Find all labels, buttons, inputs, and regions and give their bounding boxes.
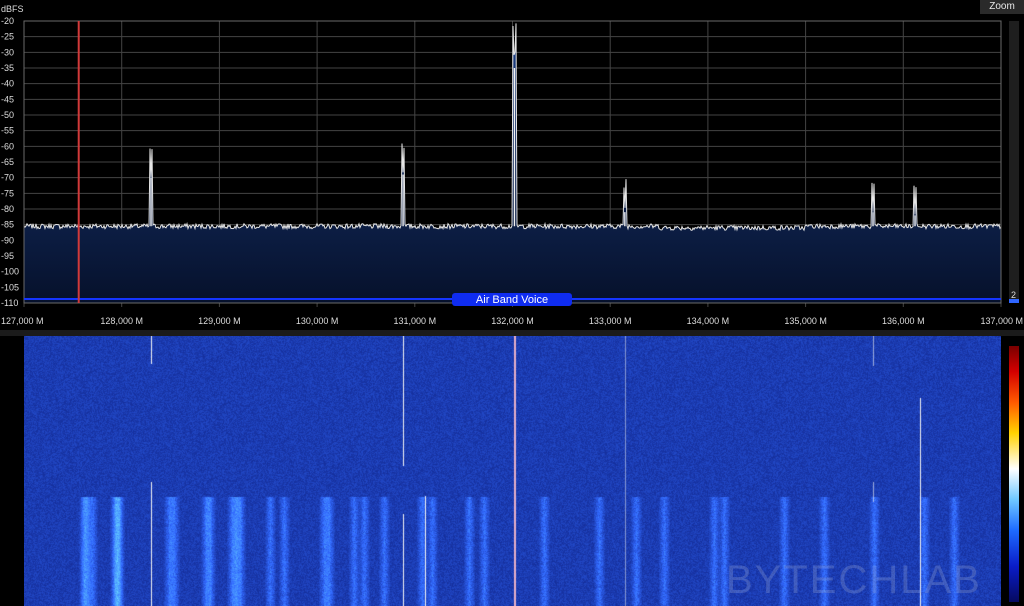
y-tick-label: -30 [1,47,14,57]
x-tick-label: 130,000 M [296,316,339,326]
x-tick-label: 131,000 M [394,316,437,326]
svg-text:Air Band Voice: Air Band Voice [476,294,548,306]
y-tick-label: -60 [1,141,14,151]
gain-value: 2 [1011,290,1017,300]
x-tick-label: 129,000 M [198,316,241,326]
y-axis-unit: dBFS [1,4,24,14]
x-tick-label: 137,000 M [980,316,1023,326]
x-axis-labels: 127,000 M 128,000 M 129,000 M 130,000 M 131,… [1,316,1023,326]
gain-slider[interactable] [1009,21,1019,303]
y-tick-label: -100 [1,267,19,277]
y-tick-label: -65 [1,157,14,167]
y-tick-label: -50 [1,110,14,120]
x-tick-label: 136,000 M [882,316,925,326]
zoom-button[interactable]: Zoom [980,0,1024,14]
y-tick-label: -45 [1,94,14,104]
y-tick-label: -90 [1,235,14,245]
x-tick-label: 135,000 M [784,316,827,326]
band-plan-label[interactable]: Air Band Voice [452,293,572,306]
y-tick-label: -95 [1,251,14,261]
watermark: BYTECHLAB [726,558,982,602]
y-tick-label: -85 [1,220,14,230]
y-axis-labels: -20 -25 -30 -35 -40 -45 -50 -55 -60 -65 -70 -75 -80 -… [1,16,19,308]
y-tick-label: -35 [1,63,14,73]
waterfall-color-scale[interactable] [1009,346,1019,602]
y-tick-label: -20 [1,16,14,26]
y-tick-label: -40 [1,79,14,89]
x-tick-label: 132,000 M [491,316,534,326]
x-tick-label: 128,000 M [100,316,143,326]
y-tick-label: -110 [1,298,18,308]
y-tick-label: -75 [1,188,14,198]
y-tick-label: -80 [1,204,14,214]
spectrum-display[interactable]: Air Band Voice dBFS -20 -25 -30 -35 -40 -45 -5… [0,0,1024,330]
y-tick-label: -70 [1,173,14,183]
x-tick-label: 134,000 M [687,316,730,326]
y-tick-label: -105 [1,282,19,292]
y-tick-label: -25 [1,32,14,42]
waterfall-margin [0,336,24,606]
x-tick-label: 127,000 M [1,316,44,326]
y-tick-label: -55 [1,126,14,136]
x-tick-label: 133,000 M [589,316,632,326]
